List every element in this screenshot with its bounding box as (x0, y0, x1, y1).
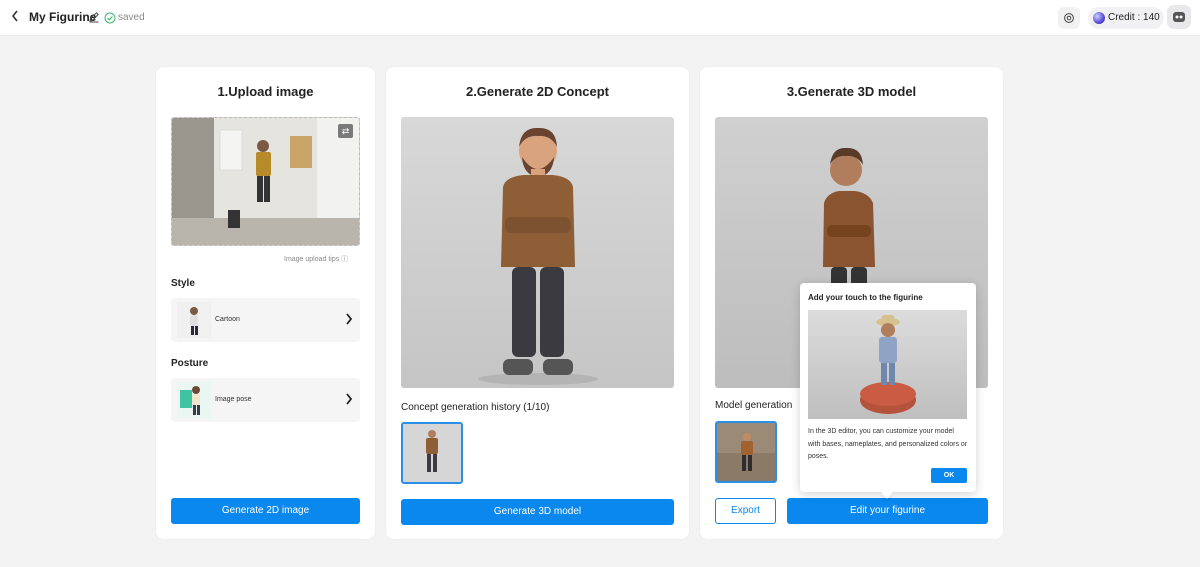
concept-image (401, 117, 674, 388)
export-button[interactable]: Export (715, 498, 776, 524)
style-selector[interactable]: Cartoon (171, 298, 360, 342)
upload-step-card: 1.Upload image ⇄ Image upload tips ⓘ Sty… (156, 67, 375, 539)
saved-check-icon (104, 11, 116, 24)
editor-tip-popup: Add your touch to the figurine In the 3D… (800, 283, 976, 499)
uploaded-photo[interactable]: ⇄ (171, 117, 360, 246)
style-thumbnail (177, 302, 211, 338)
concept-step-card: 2.Generate 2D Concept Concept generation… (386, 67, 689, 539)
credit-gem-icon (1093, 12, 1105, 24)
posture-value: Image pose (215, 396, 252, 403)
edit-figurine-button[interactable]: Edit your figurine (787, 498, 988, 524)
upload-step-title: 1.Upload image (217, 84, 314, 99)
posture-thumbnail (177, 382, 211, 418)
model-history-label: Model generation (715, 400, 793, 411)
style-label: Style (171, 278, 195, 289)
settings-button[interactable] (1058, 7, 1080, 29)
chevron-right-icon (346, 313, 353, 325)
chevron-right-icon (346, 393, 353, 405)
concept-step-title: 2.Generate 2D Concept (465, 84, 610, 99)
edit-title-icon[interactable] (88, 10, 100, 24)
popup-ok-button[interactable]: OK (931, 468, 967, 483)
concept-history-thumbnail[interactable] (401, 422, 463, 484)
posture-label: Posture (171, 358, 209, 369)
info-icon: ⓘ (341, 256, 349, 263)
posture-selector[interactable]: Image pose (171, 378, 360, 422)
upload-tips-link[interactable]: Image upload tips ⓘ (284, 254, 348, 264)
credit-badge[interactable]: Credit : 140 (1088, 7, 1164, 29)
saved-status: saved (118, 12, 145, 23)
popup-description: In the 3D editor, you can customize your… (808, 428, 968, 460)
model-history-thumbnail[interactable] (715, 421, 777, 483)
generate-2d-button[interactable]: Generate 2D image (171, 498, 360, 524)
credit-label: Credit : 140 (1108, 12, 1160, 23)
style-value: Cartoon (215, 316, 240, 323)
popup-figurine-image (808, 310, 967, 419)
concept-history-label: Concept generation history (1/10) (401, 402, 550, 413)
swap-image-button[interactable]: ⇄ (338, 124, 353, 138)
top-bar: My Figurine saved Credit : 140 (0, 0, 1200, 36)
gear-icon (1064, 13, 1074, 23)
upload-tips-text: Image upload tips (284, 256, 340, 263)
chevron-left-icon (11, 10, 18, 22)
popup-title: Add your touch to the figurine (808, 293, 923, 302)
avatar[interactable] (1167, 5, 1191, 29)
back-button[interactable] (10, 9, 26, 27)
generate-3d-button[interactable]: Generate 3D model (401, 499, 674, 525)
project-title[interactable]: My Figurine (29, 10, 96, 24)
model-step-title: 3.Generate 3D model (786, 84, 917, 99)
robot-avatar-icon (1173, 12, 1185, 22)
